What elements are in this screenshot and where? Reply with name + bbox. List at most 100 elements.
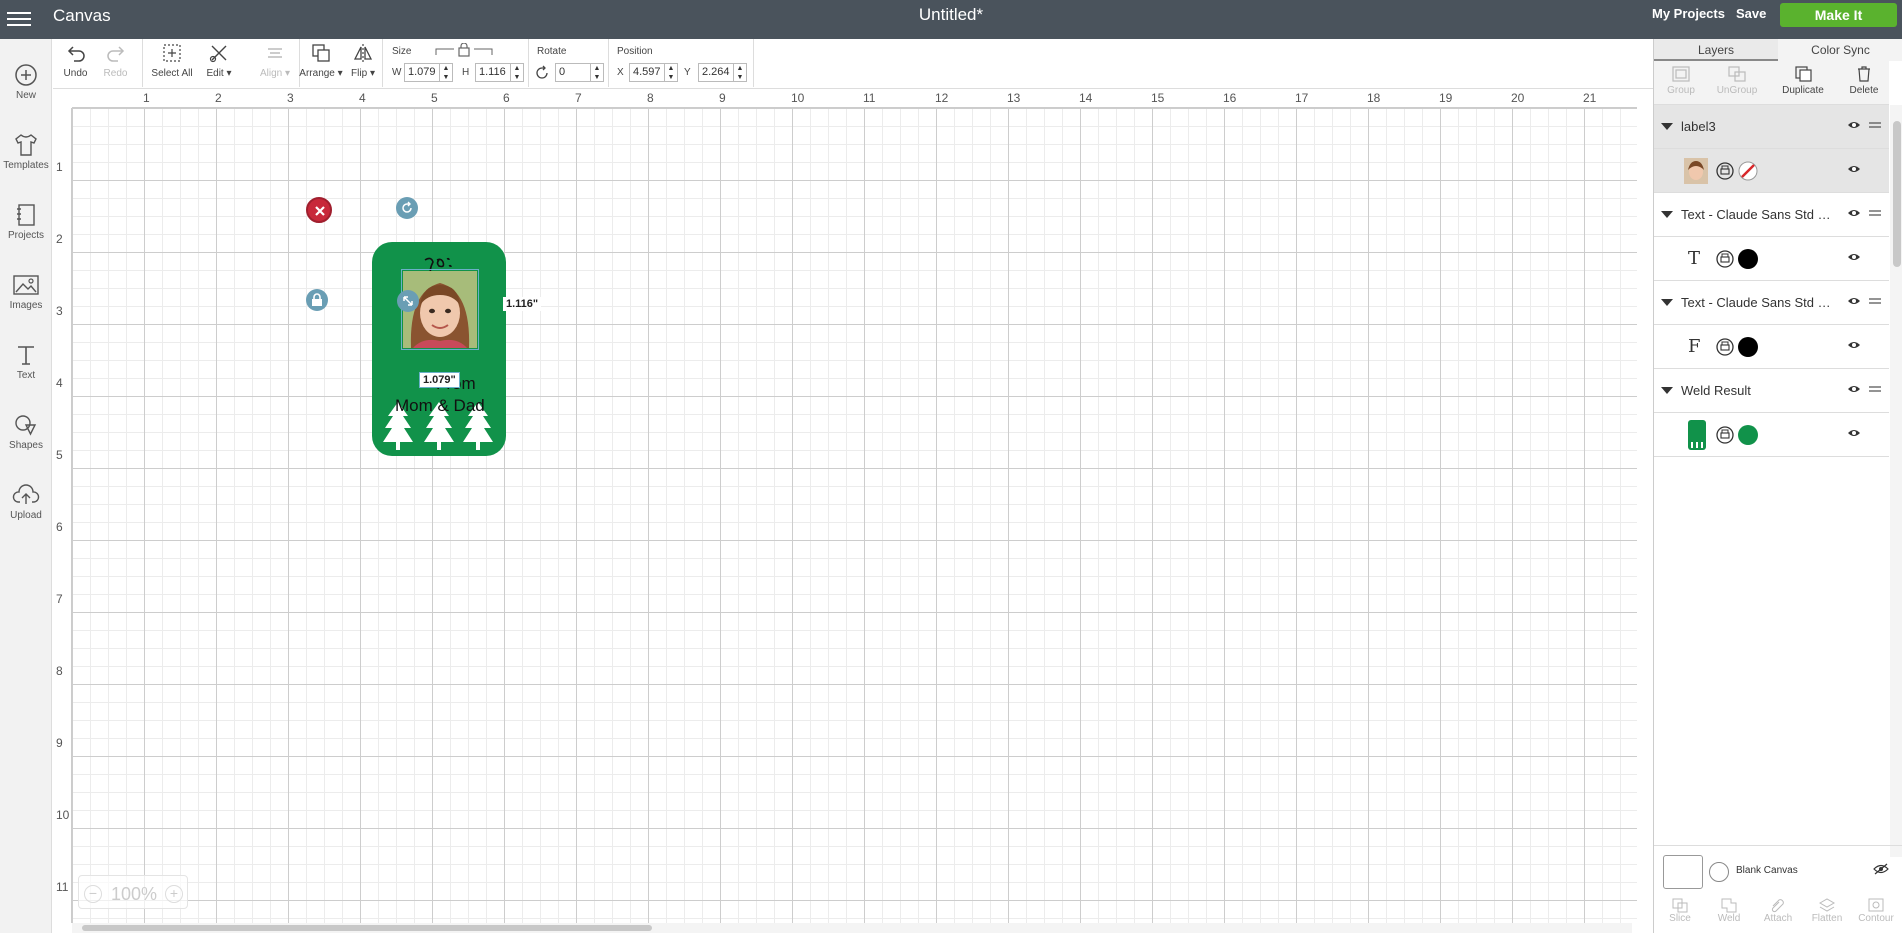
sidebar-item-templates[interactable]: Templates xyxy=(0,119,52,179)
horizontal-scrollbar[interactable] xyxy=(72,923,1632,933)
layer-group-weld-result[interactable]: Weld Result xyxy=(1654,369,1889,413)
eye-icon[interactable] xyxy=(1847,208,1861,218)
lock-proportion-icon[interactable] xyxy=(434,43,494,57)
lock-handle[interactable] xyxy=(306,289,328,311)
y-position-stepper[interactable]: ▲ ▼ xyxy=(734,63,747,82)
rotate-input[interactable]: 0 xyxy=(555,63,591,82)
eye-icon[interactable] xyxy=(1847,296,1861,306)
layers-scroll-thumb[interactable] xyxy=(1893,121,1901,267)
size-label: Size xyxy=(392,46,412,57)
align-icon xyxy=(268,48,282,58)
width-stepper[interactable]: ▲ ▼ xyxy=(440,63,453,82)
zoom-out-button[interactable]: − xyxy=(84,885,102,903)
duplicate-button[interactable]: Duplicate xyxy=(1774,65,1832,96)
drag-handle-icon[interactable] xyxy=(1868,209,1882,217)
zoom-in-button[interactable]: + xyxy=(165,885,183,903)
delete-handle[interactable] xyxy=(306,197,332,223)
color-swatch[interactable] xyxy=(1738,425,1758,445)
canvas-color-swatch[interactable] xyxy=(1663,855,1703,889)
eye-icon[interactable] xyxy=(1847,252,1861,262)
sidebar-item-projects[interactable]: Projects xyxy=(0,189,52,249)
layer-item-text-2[interactable]: F xyxy=(1654,325,1889,369)
expand-caret-icon[interactable] xyxy=(1661,211,1673,218)
undo-button[interactable]: Undo xyxy=(58,42,93,79)
flip-menu-button[interactable]: Flip ▾ xyxy=(348,42,378,79)
no-fill-swatch[interactable] xyxy=(1738,161,1758,181)
eye-hidden-icon[interactable] xyxy=(1873,863,1889,875)
horizontal-scroll-thumb[interactable] xyxy=(82,925,652,931)
rotate-handle[interactable] xyxy=(396,197,418,219)
layer-tools-bar: Slice Weld Attach Flatten Contour xyxy=(1654,898,1902,933)
drag-handle-icon[interactable] xyxy=(1868,297,1882,305)
eye-icon[interactable] xyxy=(1847,120,1861,130)
select-all-icon xyxy=(163,44,181,62)
drag-handle-icon[interactable] xyxy=(1868,385,1882,393)
sidebar-item-images[interactable]: Images xyxy=(0,259,52,319)
layer-group-label3[interactable]: label3 xyxy=(1654,105,1889,149)
group-button[interactable]: Group xyxy=(1656,65,1706,96)
layer-item-weld-result[interactable] xyxy=(1654,413,1889,457)
flip-icon xyxy=(353,44,373,62)
expand-caret-icon[interactable] xyxy=(1661,123,1673,130)
eye-icon[interactable] xyxy=(1847,164,1861,174)
flatten-button[interactable]: Flatten xyxy=(1803,897,1851,924)
layer-name: Text - Claude Sans Std Regular xyxy=(1681,207,1831,222)
color-swatch[interactable] xyxy=(1738,249,1758,269)
height-stepper[interactable]: ▲ ▼ xyxy=(511,63,524,82)
layers-scrollbar[interactable] xyxy=(1890,105,1902,857)
contour-icon xyxy=(1868,898,1884,912)
eye-icon[interactable] xyxy=(1847,340,1861,350)
x-position-stepper[interactable]: ▲ ▼ xyxy=(665,63,678,82)
attach-button[interactable]: Attach xyxy=(1754,897,1802,924)
duplicate-label: Duplicate xyxy=(1782,85,1824,96)
print-then-cut-icon xyxy=(1716,250,1734,268)
color-swatch[interactable] xyxy=(1738,337,1758,357)
delete-button[interactable]: Delete xyxy=(1839,65,1889,96)
ruler-top-mark: 1 xyxy=(143,91,150,105)
y-position-input[interactable]: 2.264 xyxy=(698,63,734,82)
ungroup-button[interactable]: UnGroup xyxy=(1712,65,1762,96)
canvas-grid xyxy=(72,108,1637,923)
layer-item-text-1[interactable]: T xyxy=(1654,237,1889,281)
drag-handle-icon[interactable] xyxy=(1868,121,1882,129)
canvas-color-circle[interactable] xyxy=(1709,862,1729,882)
rotate-label: Rotate xyxy=(537,46,567,57)
my-projects-link[interactable]: My Projects xyxy=(1652,6,1725,21)
layer-item-photo[interactable] xyxy=(1654,149,1889,193)
slice-button[interactable]: Slice xyxy=(1656,897,1704,924)
sidebar-item-new[interactable]: New xyxy=(0,49,52,109)
sidebar-item-shapes[interactable]: Shapes xyxy=(0,399,52,459)
eye-icon[interactable] xyxy=(1847,384,1861,394)
ruler-left-mark: 9 xyxy=(56,736,63,750)
x-position-input[interactable]: 4.597 xyxy=(629,63,665,82)
make-it-button[interactable]: Make It xyxy=(1780,3,1897,27)
align-menu-button[interactable]: Align ▾ xyxy=(256,42,294,79)
expand-caret-icon[interactable] xyxy=(1661,387,1673,394)
sidebar-item-text[interactable]: Text xyxy=(0,329,52,389)
width-input[interactable]: 1.079 xyxy=(404,63,440,82)
eye-icon[interactable] xyxy=(1847,428,1861,438)
close-icon xyxy=(315,206,325,216)
select-all-button[interactable]: Select All xyxy=(149,42,195,79)
sidebar-item-upload[interactable]: Upload xyxy=(0,469,52,529)
rotate-stepper[interactable]: ▲ ▼ xyxy=(591,63,604,82)
left-ruler: 1 2 3 4 5 6 7 8 9 10 11 xyxy=(53,108,72,923)
tag-text-mom-dad[interactable]: Mom & Dad xyxy=(395,396,485,416)
weld-button[interactable]: Weld xyxy=(1705,897,1753,924)
layer-group-text-2[interactable]: Text - Claude Sans Std Regular xyxy=(1654,281,1889,325)
tab-layers[interactable]: Layers xyxy=(1654,39,1778,61)
align-label: Align xyxy=(259,68,283,79)
arrange-menu-button[interactable]: Arrange ▾ xyxy=(298,42,344,79)
tab-color-sync[interactable]: Color Sync xyxy=(1778,39,1902,61)
ruler-left-mark: 10 xyxy=(56,808,70,822)
contour-button[interactable]: Contour xyxy=(1852,897,1900,924)
resize-handle[interactable] xyxy=(397,290,419,312)
design-canvas[interactable]: 1 2 3 4 5 6 7 8 9 10 11 12 13 14 15 16 1… xyxy=(53,89,1653,933)
layer-group-text-1[interactable]: Text - Claude Sans Std Regular xyxy=(1654,193,1889,237)
menu-icon[interactable] xyxy=(7,8,31,28)
edit-menu-button[interactable]: Edit ▾ xyxy=(203,42,235,79)
height-input[interactable]: 1.116 xyxy=(475,63,511,82)
expand-caret-icon[interactable] xyxy=(1661,299,1673,306)
save-button[interactable]: Save xyxy=(1736,6,1766,21)
redo-button[interactable]: Redo xyxy=(98,42,133,79)
